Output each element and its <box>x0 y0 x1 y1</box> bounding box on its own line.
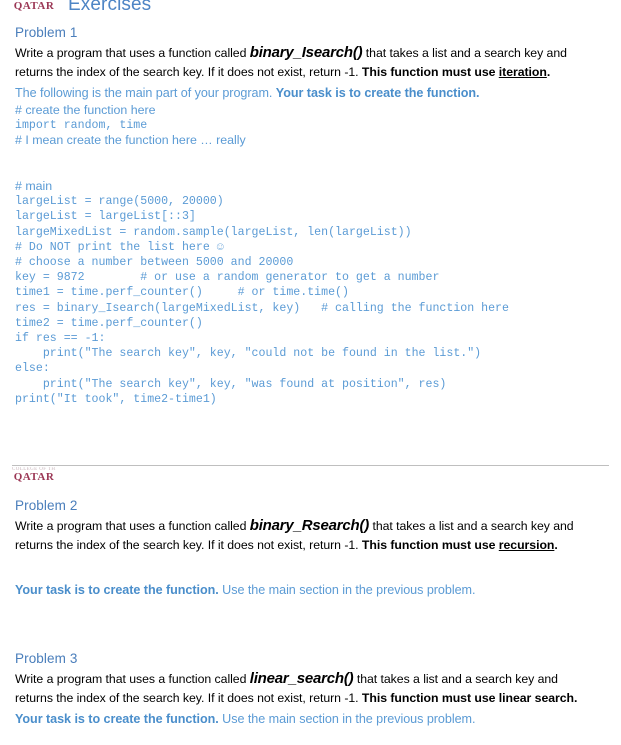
problem-3-heading: Problem 3 <box>15 651 78 666</box>
problem-3-task-bold: Your task is to create the function. <box>15 712 219 726</box>
logo-bottom-main-line: QATAR <box>13 471 55 483</box>
problem-1-task-note: The following is the main part of your p… <box>15 84 585 102</box>
code-line-11: key = 9872 # or use a random generator t… <box>15 271 440 285</box>
code-line-13: res = binary_Isearch(largeMixedList, key… <box>15 301 509 315</box>
problem-1-requirement-keyword: iteration <box>498 64 547 79</box>
problem-2-task-suffix: Use the main section in the previous pro… <box>218 583 476 597</box>
problem-1-code-block: # create the function here import random,… <box>15 103 615 407</box>
problem-1-description: Write a program that uses a function cal… <box>15 44 578 81</box>
problem-3-desc-prefix: Write a program that uses a function cal… <box>15 672 250 686</box>
problem-1-heading: Problem 1 <box>15 25 78 40</box>
code-line-6: largeList = range(5000, 20000) <box>15 195 224 209</box>
code-line-15: if res == -1: <box>15 332 106 346</box>
code-line-2: # I mean create the function here … real… <box>15 133 246 148</box>
code-line-9: # Do NOT print the list here ☺ <box>15 240 224 254</box>
problem-1-requirement-prefix: This function must use <box>361 64 499 79</box>
problem-3-task-note: Your task is to create the function. Use… <box>15 710 585 728</box>
code-line-16: print("The search key", key, "could not … <box>15 347 482 361</box>
problem-1-desc-prefix: Write a program that uses a function cal… <box>15 46 250 60</box>
code-line-0: # create the function here <box>15 103 156 117</box>
problem-2-function-name: binary_Rsearch() <box>249 517 370 534</box>
problem-2-requirement-prefix: This function must use <box>361 537 499 552</box>
code-line-1: import random, time <box>15 119 148 133</box>
code-line-17: else: <box>15 362 50 376</box>
code-line-10: # choose a number between 5000 and 20000 <box>15 256 294 269</box>
problem-1-function-name: binary_Isearch() <box>249 44 363 61</box>
code-line-19: print("It took", time2-time1) <box>15 392 217 406</box>
code-line-18: print("The search key", key, "was found … <box>15 377 447 391</box>
problem-2-requirement-suffix: . <box>554 537 558 552</box>
problem-2-requirement-keyword: recursion <box>498 537 555 552</box>
problem-3-description: Write a program that uses a function cal… <box>15 670 578 707</box>
code-line-14: time2 = time.perf_counter() <box>15 316 203 330</box>
problem-1-requirement-suffix: . <box>546 64 551 79</box>
problem-2-task-note: Your task is to create the function. Use… <box>15 581 585 599</box>
problem-1-task-bold: Your task is to create the function. <box>275 86 480 100</box>
problem-2-description: Write a program that uses a function cal… <box>15 517 578 554</box>
problem-2-desc-prefix: Write a program that uses a function cal… <box>15 519 250 533</box>
code-line-5: # main <box>15 178 53 193</box>
problem-3-requirement-prefix: This function must use linear search. <box>361 690 578 705</box>
logo-main-line: QATAR <box>13 0 55 12</box>
problem-2-task-bold: Your task is to create the function. <box>15 583 219 597</box>
code-line-12: time1 = time.perf_counter() # or time.ti… <box>15 286 349 300</box>
university-logo-top: COLLEGE OF THE QATAR <box>12 0 56 12</box>
problem-3-task-suffix: Use the main section in the previous pro… <box>218 712 476 726</box>
page-break-divider <box>12 465 609 466</box>
problem-2-heading: Problem 2 <box>15 498 78 513</box>
page-title: Exercises <box>68 0 152 15</box>
problem-3-function-name: linear_search() <box>249 670 354 687</box>
code-line-7: largeList = largeList[::3] <box>15 210 196 224</box>
problem-1-task-normal: The following is the main part of your p… <box>15 86 276 100</box>
document-page: COLLEGE OF THE QATAR Exercises Problem 1… <box>0 0 621 745</box>
code-line-8: largeMixedList = random.sample(largeList… <box>15 225 412 239</box>
university-logo-bottom: COLLEGE OF THE QATAR <box>12 467 56 483</box>
